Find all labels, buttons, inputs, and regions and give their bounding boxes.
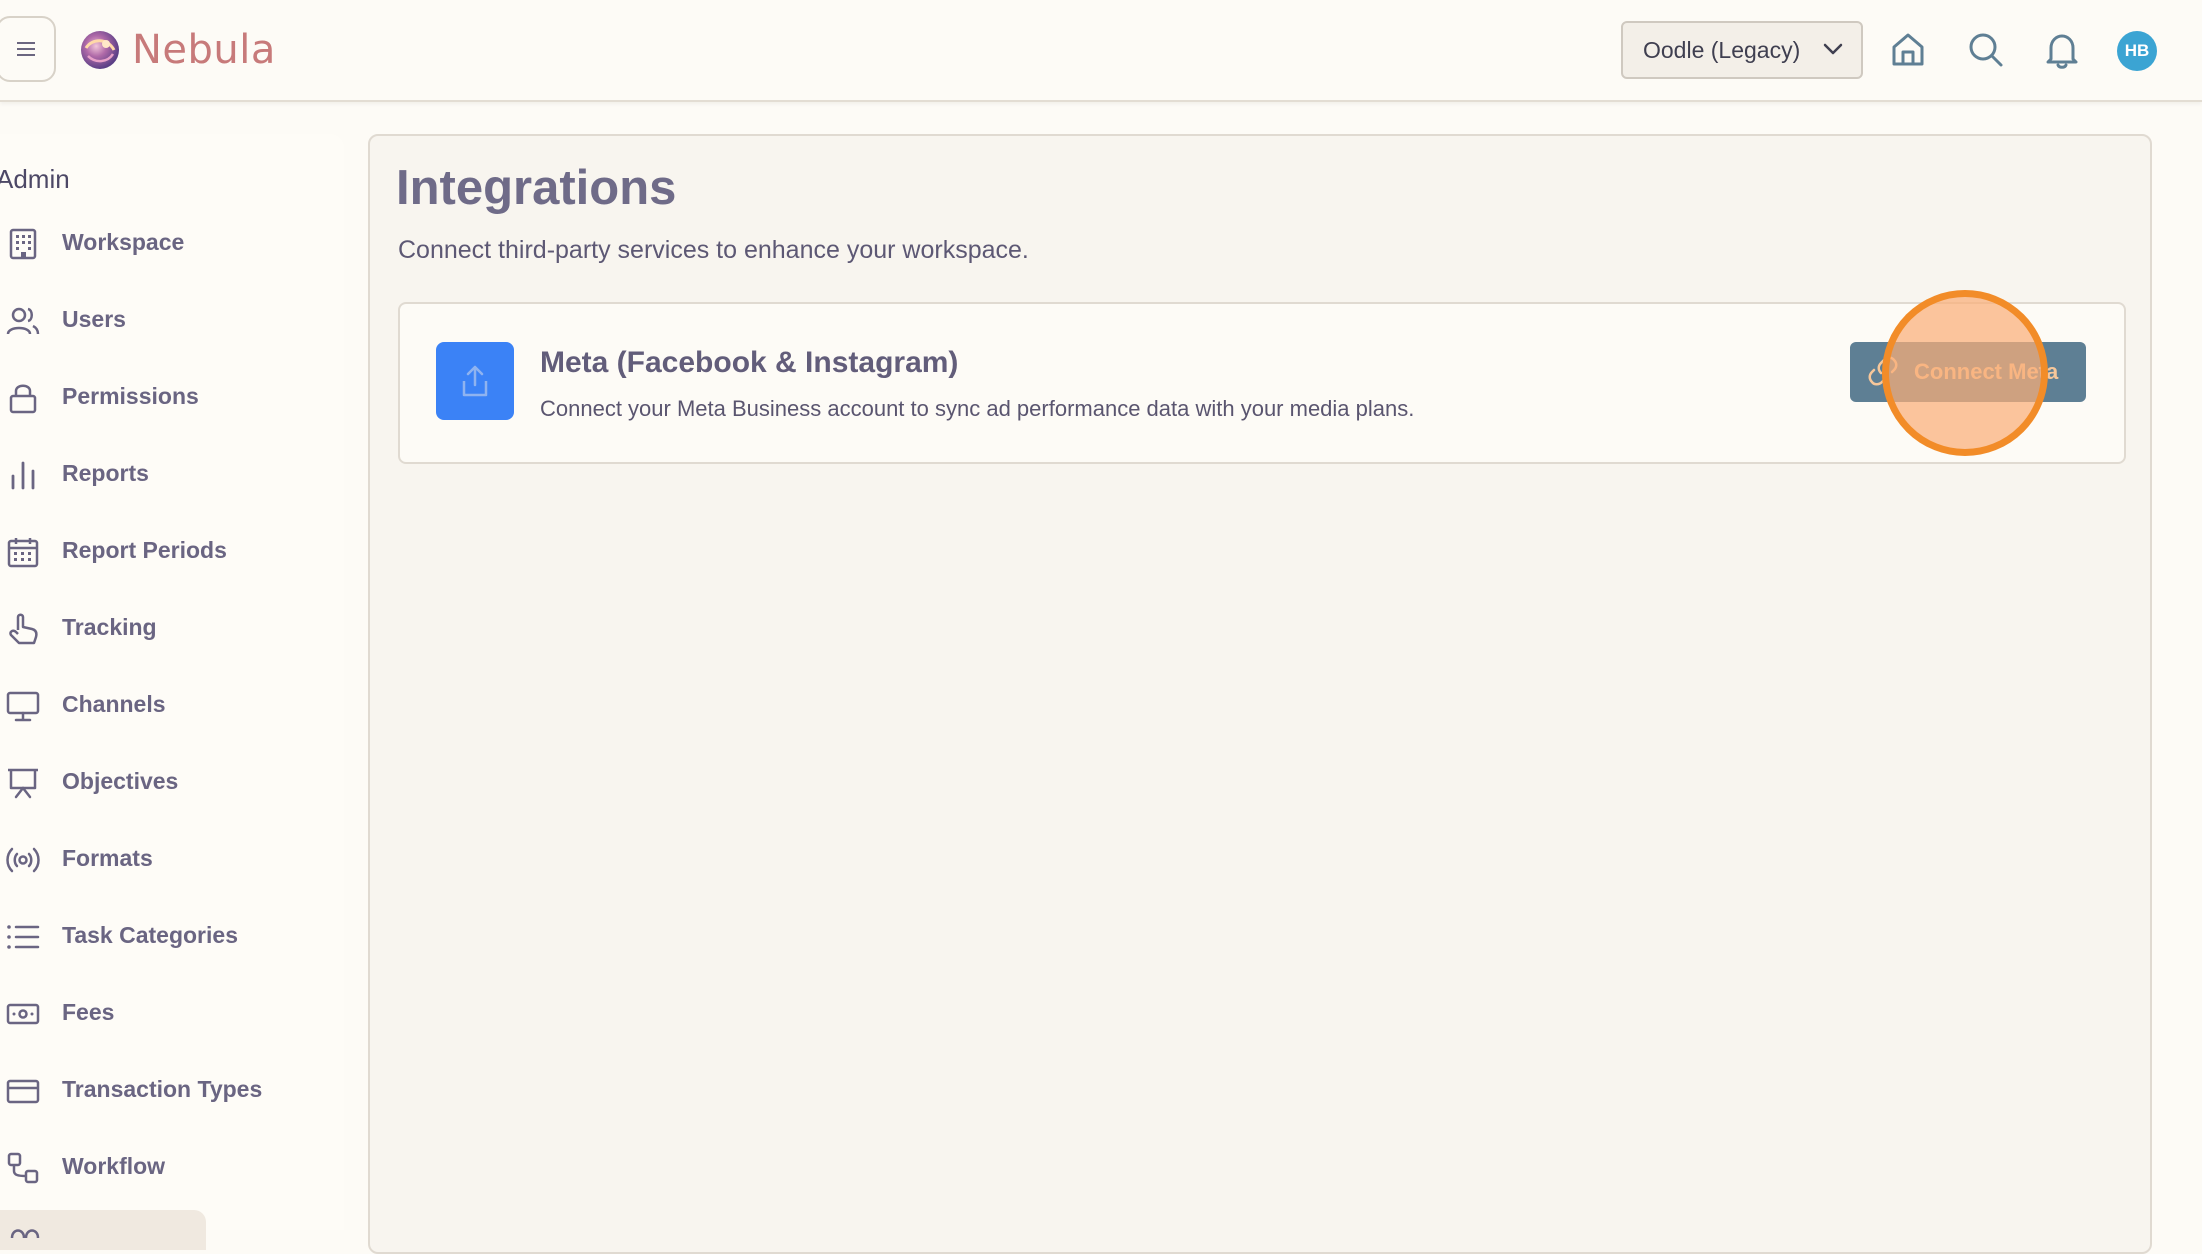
sidebar-item-formats[interactable]: Formats [0, 835, 330, 885]
sidebar-item-label: Tracking [62, 614, 157, 640]
integrations-icon [10, 1229, 40, 1238]
sidebar-item-report-periods[interactable]: Report Periods [0, 527, 330, 577]
sidebar-item-integrations-active[interactable] [0, 1210, 206, 1250]
workspace-select-value: Oodle (Legacy) [1643, 36, 1801, 63]
sidebar-item-label: Workspace [62, 229, 185, 255]
sidebar-item-users[interactable]: Users [0, 296, 330, 346]
sidebar-item-label: Reports [62, 460, 149, 486]
sidebar-item-channels[interactable]: Channels [0, 681, 330, 731]
menu-button[interactable] [0, 16, 56, 82]
sidebar-item-label: Objectives [62, 768, 179, 794]
integration-card-meta: Meta (Facebook & Instagram) Connect your… [398, 302, 2126, 464]
sidebar-item-label: Workflow [62, 1153, 166, 1179]
calendar-icon [7, 538, 39, 568]
sidebar-item-task-categories[interactable]: Task Categories [0, 912, 330, 962]
building-icon [9, 228, 37, 260]
admin-sidebar: Admin Workspace Users Permissions Report… [0, 134, 344, 1250]
broadcast-icon [6, 847, 40, 873]
banknote-icon [6, 1003, 40, 1025]
sidebar-item-label: Permissions [62, 383, 199, 409]
presentation-icon [8, 768, 38, 799]
sidebar-item-workflow[interactable]: Workflow [0, 1143, 330, 1193]
sidebar-item-label: Fees [62, 999, 115, 1025]
users-icon [6, 307, 40, 335]
list-icon [7, 925, 40, 949]
workflow-icon [7, 1152, 39, 1184]
bell-icon[interactable] [2042, 30, 2082, 70]
sidebar-item-label: Formats [62, 845, 153, 871]
sidebar-item-label: Report Periods [62, 537, 227, 563]
nebula-logo-icon[interactable] [78, 28, 122, 72]
sidebar-item-transaction-types[interactable]: Transaction Types [0, 1066, 330, 1116]
share-upload-icon [462, 365, 488, 397]
integration-logo [436, 342, 514, 420]
link-icon [1868, 356, 1898, 386]
integration-name: Meta (Facebook & Instagram) [540, 346, 959, 379]
home-icon[interactable] [1888, 30, 1928, 70]
page-subtitle: Connect third-party services to enhance … [398, 236, 1029, 264]
sidebar-item-fees[interactable]: Fees [0, 989, 330, 1039]
sidebar-item-label: Task Categories [62, 922, 238, 948]
sidebar-item-label: Users [62, 306, 126, 332]
menu-icon [17, 42, 35, 56]
sidebar-item-permissions[interactable]: Permissions [0, 373, 330, 423]
monitor-icon [6, 691, 40, 722]
sidebar-item-label: Channels [62, 691, 166, 717]
integration-description: Connect your Meta Business account to sy… [540, 396, 1415, 421]
sidebar-title: Admin [0, 164, 70, 194]
connect-meta-label: Connect Meta [1914, 359, 2059, 384]
chevron-down-icon [1823, 43, 1843, 55]
workspace-select[interactable]: Oodle (Legacy) [1621, 21, 1863, 79]
page-title: Integrations [396, 161, 677, 215]
credit-card-icon [6, 1079, 40, 1104]
top-bar: Nebula Oodle (Legacy) HB [0, 0, 2202, 102]
sidebar-item-label: Transaction Types [62, 1076, 263, 1102]
sidebar-item-reports[interactable]: Reports [0, 450, 330, 500]
user-avatar[interactable]: HB [2117, 31, 2157, 71]
search-icon[interactable] [1966, 30, 2006, 70]
lock-icon [9, 384, 37, 414]
pointer-hand-icon [9, 613, 38, 645]
sidebar-item-workspace[interactable]: Workspace [0, 219, 330, 269]
sidebar-item-objectives[interactable]: Objectives [0, 758, 330, 808]
connect-meta-button[interactable]: Connect Meta [1850, 342, 2086, 402]
integrations-panel: Integrations Connect third-party service… [368, 134, 2152, 1254]
bar-chart-icon [11, 461, 35, 490]
sidebar-item-tracking[interactable]: Tracking [0, 604, 330, 654]
brand-name[interactable]: Nebula [132, 24, 276, 76]
